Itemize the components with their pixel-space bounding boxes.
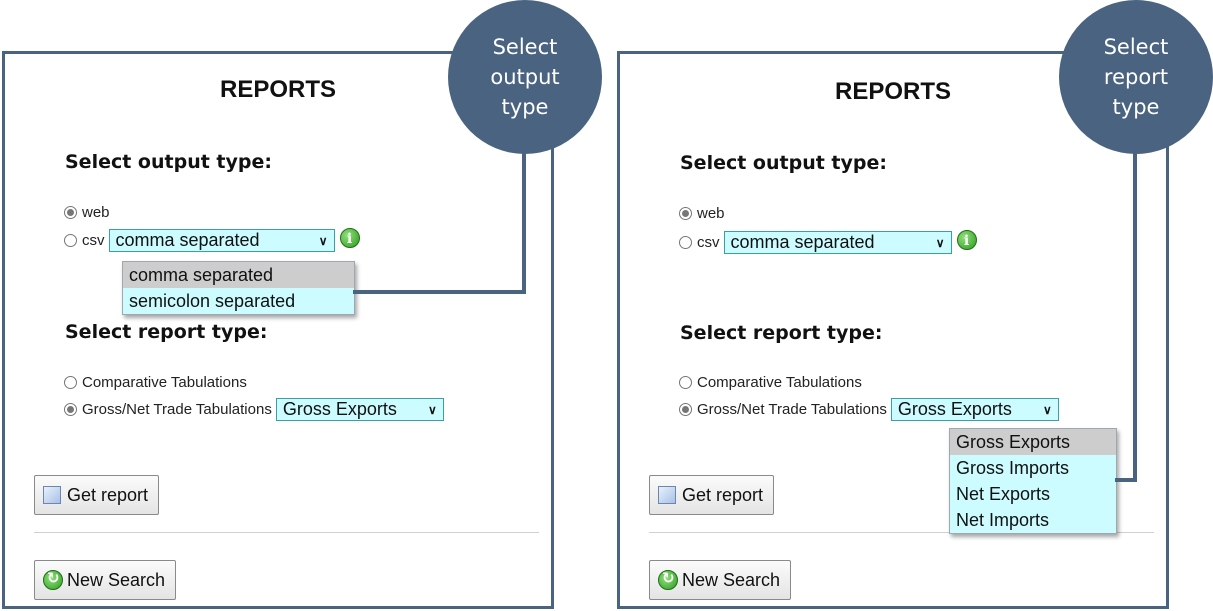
callout-text: Select [1103, 35, 1169, 59]
radio-csv[interactable] [64, 234, 77, 247]
callout-text: Select [492, 35, 558, 59]
new-search-button[interactable]: New Search [649, 560, 792, 600]
document-icon [43, 486, 61, 504]
report-type-heading: Select report type: [680, 322, 883, 344]
radio-csv-label: csv [697, 234, 720, 251]
csv-select-value: comma separated [115, 230, 260, 250]
reports-panel-left: REPORTS Select output type: web csv comm… [2, 51, 554, 609]
radio-row-csv[interactable]: csv comma separated ∨ i [64, 227, 360, 252]
radio-web[interactable] [64, 206, 77, 219]
callout-bubble-report: Select report type [1059, 0, 1213, 154]
dropdown-option[interactable]: Net Imports [950, 507, 1116, 533]
refresh-icon [658, 569, 678, 590]
output-type-heading: Select output type: [65, 151, 272, 173]
radio-row-grossnet[interactable]: Gross/Net Trade Tabulations Gross Export… [64, 398, 444, 421]
radio-csv-label: csv [82, 232, 105, 249]
get-report-label: Get report [682, 484, 764, 505]
radio-grossnet[interactable] [64, 403, 77, 416]
radio-grossnet-label: Gross/Net Trade Tabulations [697, 401, 887, 418]
document-icon [658, 486, 676, 504]
get-report-button[interactable]: Get report [34, 475, 160, 515]
info-icon[interactable]: i [956, 229, 977, 250]
csv-separator-select[interactable]: comma separated ∨ [723, 231, 952, 254]
dropdown-option[interactable]: semicolon separated [123, 288, 354, 314]
radio-csv[interactable] [679, 236, 692, 249]
radio-grossnet-label: Gross/Net Trade Tabulations [82, 401, 272, 418]
divider [34, 532, 539, 533]
radio-grossnet[interactable] [679, 403, 692, 416]
callout-text: output [490, 65, 560, 89]
dropdown-option[interactable]: Net Exports [950, 481, 1116, 507]
radio-row-web[interactable]: web [64, 204, 110, 221]
refresh-icon [43, 569, 63, 590]
csv-select-value: comma separated [730, 232, 875, 252]
report-options-dropdown: Gross Exports Gross Imports Net Exports … [949, 428, 1117, 534]
radio-row-csv[interactable]: csv comma separated ∨ i [679, 229, 977, 254]
chevron-down-icon: ∨ [318, 233, 328, 248]
new-search-button[interactable]: New Search [34, 560, 177, 600]
callout-text: type [1112, 95, 1160, 119]
dropdown-option[interactable]: Gross Imports [950, 455, 1116, 481]
radio-comparative-label: Comparative Tabulations [82, 374, 247, 391]
radio-row-comparative[interactable]: Comparative Tabulations [679, 374, 862, 391]
info-icon[interactable]: i [339, 227, 360, 248]
callout-connector [353, 290, 526, 294]
radio-web-label: web [82, 204, 110, 221]
get-report-button[interactable]: Get report [649, 475, 775, 515]
callout-text: report [1103, 65, 1169, 89]
callout-connector [522, 145, 526, 294]
radio-comparative[interactable] [64, 376, 77, 389]
callout-connector [1115, 478, 1137, 482]
get-report-label: Get report [67, 484, 149, 505]
radio-web-label: web [697, 205, 725, 222]
radio-comparative[interactable] [679, 376, 692, 389]
dropdown-option[interactable]: comma separated [123, 262, 354, 288]
callout-connector [1133, 145, 1137, 482]
output-type-heading: Select output type: [680, 152, 887, 174]
report-type-heading: Select report type: [65, 321, 268, 343]
radio-row-web[interactable]: web [679, 205, 725, 222]
radio-row-grossnet[interactable]: Gross/Net Trade Tabulations Gross Export… [679, 398, 1059, 421]
radio-web[interactable] [679, 207, 692, 220]
report-type-select[interactable]: Gross Exports ∨ [890, 398, 1059, 421]
report-type-select[interactable]: Gross Exports ∨ [275, 398, 444, 421]
csv-separator-select[interactable]: comma separated ∨ [108, 229, 335, 252]
new-search-label: New Search [682, 569, 781, 590]
callout-text: type [501, 95, 549, 119]
report-select-value: Gross Exports [897, 399, 1012, 419]
dropdown-option[interactable]: Gross Exports [950, 429, 1116, 455]
callout-bubble-output: Select output type [448, 0, 602, 154]
radio-comparative-label: Comparative Tabulations [697, 374, 862, 391]
chevron-down-icon: ∨ [935, 235, 945, 250]
radio-row-comparative[interactable]: Comparative Tabulations [64, 374, 247, 391]
new-search-label: New Search [67, 569, 166, 590]
report-select-value: Gross Exports [282, 399, 397, 419]
chevron-down-icon: ∨ [1043, 402, 1052, 417]
chevron-down-icon: ∨ [428, 402, 437, 417]
csv-options-dropdown: comma separated semicolon separated [122, 261, 355, 315]
